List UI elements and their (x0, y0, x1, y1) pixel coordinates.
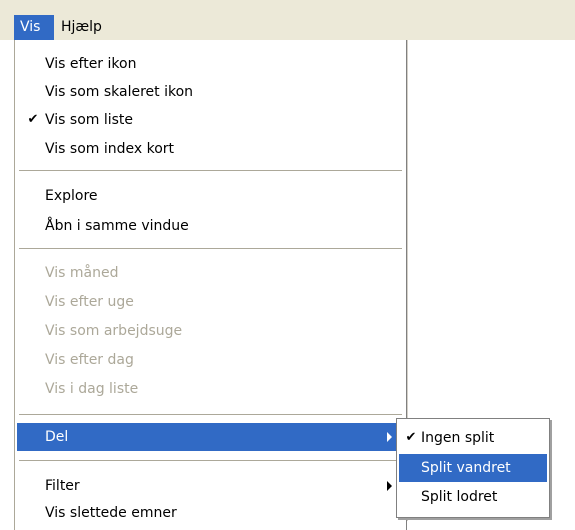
submenu-item-split-vandret[interactable]: Split vandret (399, 454, 547, 482)
menu-item-label: Vis måned (45, 265, 119, 281)
menu-item-label: Vis efter uge (45, 294, 134, 310)
submenu-item-split-lodret[interactable]: Split lodret (399, 483, 547, 511)
menu-item-label: Vis efter ikon (45, 56, 137, 72)
menu-item-label: Filter (45, 478, 80, 494)
menu-item-del[interactable]: Del (17, 423, 404, 451)
submenu-arrow-icon (387, 481, 392, 491)
menu-item-vis-som-liste[interactable]: ✔ Vis som liste (17, 106, 404, 134)
menu-item-label: Vis slettede emner (45, 505, 177, 521)
menu-item-label: Vis som skaleret ikon (45, 84, 194, 100)
menu-item-filter[interactable]: Filter (17, 472, 404, 500)
menu-item-vis-som-skaleret-ikon[interactable]: Vis som skaleret ikon (17, 78, 404, 106)
checkmark-icon: ✔ (405, 430, 417, 445)
menu-item-aabn-i-samme-vindue[interactable]: Åbn i samme vindue (17, 212, 404, 240)
menu-item-label: Vis som index kort (45, 141, 175, 157)
menu-item-label: Vis efter dag (45, 352, 134, 368)
menu-item-explore[interactable]: Explore (17, 182, 404, 210)
menu-bar: Vis Hjælp (0, 0, 575, 40)
menu-item-vis-efter-uge: Vis efter uge (17, 288, 404, 316)
menu-item-label: Del (45, 429, 69, 445)
menu-item-label: Explore (45, 188, 98, 204)
menubar-item-vis[interactable]: Vis (14, 15, 54, 40)
menu-item-label: Vis i dag liste (45, 381, 139, 397)
menu-item-label: Vis som arbejdsuge (45, 323, 183, 339)
menu-separator (19, 170, 402, 172)
submenu-item-label: Ingen split (421, 430, 495, 446)
menu-item-vis-slettede-emner[interactable]: Vis slettede emner (17, 499, 404, 527)
menu-item-vis-som-arbejdsuge: Vis som arbejdsuge (17, 317, 404, 345)
menu-separator (19, 460, 402, 462)
menu-item-vis-maaned: Vis måned (17, 259, 404, 287)
menu-separator (19, 248, 402, 250)
checkmark-icon: ✔ (27, 112, 39, 127)
submenu-arrow-icon (387, 432, 392, 442)
menu-item-vis-efter-dag: Vis efter dag (17, 346, 404, 374)
menu-separator (19, 414, 402, 416)
menu-item-vis-i-dag-liste: Vis i dag liste (17, 375, 404, 403)
menu-item-label: Vis som liste (45, 112, 134, 128)
menu-item-label: Åbn i samme vindue (45, 218, 189, 234)
vis-dropdown-menu: Vis efter ikon Vis som skaleret ikon ✔ V… (14, 40, 407, 530)
menu-item-vis-efter-ikon[interactable]: Vis efter ikon (17, 50, 404, 78)
submenu-item-label: Split vandret (421, 460, 511, 476)
del-submenu: ✔ Ingen split Split vandret Split lodret (396, 418, 550, 518)
submenu-item-label: Split lodret (421, 489, 498, 505)
menu-item-vis-som-index-kort[interactable]: Vis som index kort (17, 135, 404, 163)
menubar-item-hjaelp[interactable]: Hjælp (55, 15, 115, 40)
submenu-item-ingen-split[interactable]: ✔ Ingen split (399, 424, 547, 452)
